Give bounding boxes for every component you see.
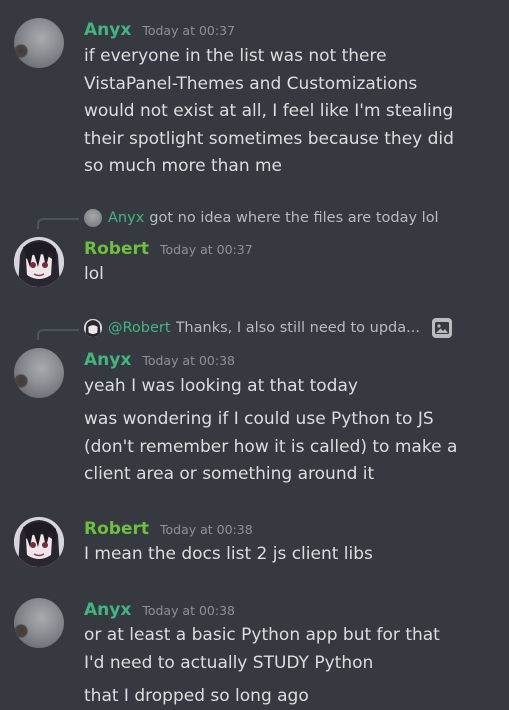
message-line: I mean the docs list 2 js client libs [84, 544, 373, 564]
avatar-anyx[interactable] [14, 598, 64, 648]
author-name[interactable]: Robert [84, 239, 149, 259]
message-line: I'd need to actually STUDY Python [84, 652, 374, 673]
message-line: so much more than me [84, 156, 283, 176]
avatar-anyx[interactable] [14, 18, 64, 68]
timestamp: Today at 00:37 [142, 23, 235, 38]
message-content: I mean the docs list 2 js client libs [84, 541, 499, 569]
message-line: (don't remember how it is called) to mak… [84, 436, 458, 457]
author-name[interactable]: Anyx [84, 600, 131, 620]
reply-author[interactable]: @Robert [108, 320, 171, 336]
timestamp: Today at 00:37 [159, 242, 253, 257]
reply-avatar [84, 209, 102, 227]
reply-preview[interactable]: Anyx got no idea where the files are tod… [84, 208, 439, 228]
message-content: was wondering if I could use Python to J… [84, 406, 499, 489]
author-name[interactable]: Anyx [84, 20, 131, 40]
message-content: if everyone in the list was not there Vi… [84, 43, 499, 181]
message-line: or at least a basic Python app but for t… [84, 625, 440, 645]
author-name[interactable]: Anyx [84, 350, 131, 370]
reply-spine [37, 329, 79, 340]
message-content: or at least a basic Python app but for t… [84, 622, 499, 677]
message-line: VistaPanel-Themes and Customizations [84, 73, 418, 94]
message-line: yeah I was looking at that today [84, 376, 358, 396]
message-line: was wondering if I could use Python to J… [84, 409, 434, 429]
message-content: yeah I was looking at that today [84, 373, 499, 401]
message-line: if everyone in the list was not there [84, 46, 387, 66]
message-content: lol [84, 261, 499, 289]
reply-avatar [84, 319, 102, 337]
reply-text: Thanks, I also still need to upda... [175, 320, 420, 336]
message-line: lol [84, 264, 104, 284]
message-line: would not exist at all, I feel like I'm … [84, 101, 454, 121]
message-content: that I dropped so long ago [84, 683, 499, 710]
reply-author[interactable]: Anyx [108, 210, 144, 226]
avatar-robert[interactable] [14, 517, 64, 567]
avatar-robert[interactable] [14, 237, 64, 287]
chat-log: Anyx Today at 00:37 if everyone in the l… [0, 0, 509, 710]
timestamp: Today at 00:38 [142, 353, 235, 368]
message-line: that I dropped so long ago [84, 686, 309, 706]
timestamp: Today at 00:38 [142, 603, 235, 618]
reply-spine [37, 218, 79, 229]
timestamp: Today at 00:38 [159, 522, 253, 537]
avatar-illustration [14, 237, 64, 287]
avatar-illustration [14, 517, 64, 567]
reply-preview[interactable]: @Robert Thanks, I also still need to upd… [84, 318, 452, 338]
message-line: their spotlight sometimes because they d… [84, 128, 454, 149]
avatar-anyx[interactable] [14, 348, 64, 398]
author-name[interactable]: Robert [84, 519, 149, 539]
image-icon [431, 318, 452, 338]
reply-text: got no idea where the files are today lo… [149, 210, 439, 226]
message-line: client area or something around it [84, 464, 375, 484]
